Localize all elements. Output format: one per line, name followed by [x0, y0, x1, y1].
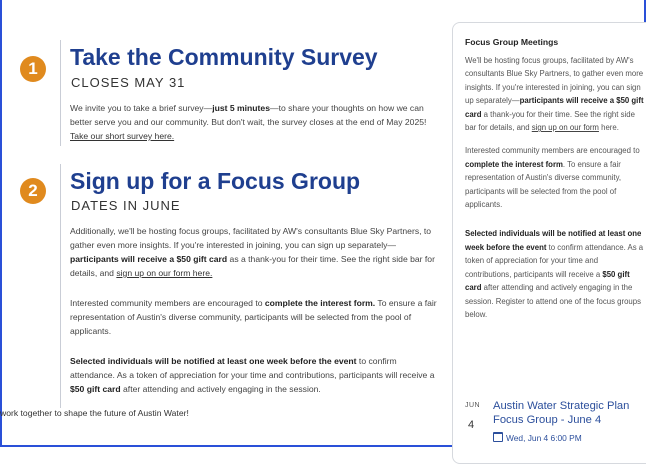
- focus-text-1: Additionally, we'll be hosting focus gro…: [70, 226, 432, 250]
- event-month: JUN: [465, 402, 481, 409]
- sidebar-title: Focus Group Meetings: [465, 37, 559, 47]
- sidebar-interest-form: complete the interest form: [465, 159, 563, 169]
- focus-group-sidebar: Focus Group Meetings We'll be hosting fo…: [452, 22, 646, 464]
- event-date: Wed, Jun 4 6:00 PM: [493, 432, 582, 443]
- event-title-line-1: Austin Water Strategic Plan: [493, 400, 630, 412]
- calendar-icon: [493, 432, 503, 442]
- focus-notification-gift: $50 gift card: [70, 384, 121, 394]
- focus-dates: DATES IN JUNE: [71, 198, 181, 213]
- footer-text: work together to shape the future of Aus…: [0, 408, 189, 418]
- sidebar-text-3b: after attending and actively engaging in…: [465, 283, 641, 319]
- focus-description: Additionally, we'll be hosting focus gro…: [70, 224, 442, 280]
- focus-gift-card: participants will receive a $50 gift car…: [70, 254, 228, 264]
- step-2-badge: 2: [20, 178, 46, 204]
- survey-heading: Take the Community Survey: [70, 44, 378, 70]
- survey-link[interactable]: Take our short survey here.: [70, 131, 174, 141]
- sidebar-paragraph-3: Selected individuals will be notified at…: [465, 227, 645, 321]
- event-day: 4: [468, 419, 475, 431]
- survey-duration: just 5 minutes: [212, 103, 270, 113]
- survey-text-1: We invite you to take a brief survey—: [70, 103, 213, 113]
- focus-heading: Sign up for a Focus Group: [70, 168, 361, 194]
- step-1-badge: 1: [20, 56, 46, 82]
- sidebar-paragraph-1: We'll be hosting focus groups, facilitat…: [465, 54, 645, 134]
- step-1-divider: [60, 40, 61, 146]
- focus-notification-bold: Selected individuals will be notified at…: [70, 356, 357, 366]
- survey-deadline: CLOSES MAY 31: [71, 75, 186, 90]
- focus-notification-paragraph: Selected individuals will be notified at…: [70, 354, 442, 396]
- event-title-line-2: Focus Group - June 4: [493, 414, 602, 426]
- focus-notification-text-2: after attending and actively engaging in…: [120, 384, 321, 394]
- focus-interest-paragraph: Interested community members are encoura…: [70, 296, 442, 338]
- focus-signup-link[interactable]: sign up on our form here.: [116, 268, 212, 278]
- step-2-divider: [60, 164, 61, 408]
- event-title[interactable]: Austin Water Strategic Plan Focus Group …: [493, 399, 629, 427]
- event-date-text: Wed, Jun 4 6:00 PM: [506, 433, 582, 443]
- sidebar-text-2: Interested community members are encoura…: [465, 146, 640, 156]
- survey-description: We invite you to take a brief survey—jus…: [70, 101, 442, 143]
- focus-interest-form: complete the interest form.: [264, 298, 376, 308]
- sidebar-signup-link[interactable]: sign up on our form: [532, 123, 599, 132]
- sidebar-text-1c: here.: [598, 123, 619, 133]
- sidebar-paragraph-2: Interested community members are encoura…: [465, 144, 645, 211]
- focus-interest-text-1: Interested community members are encoura…: [70, 298, 265, 308]
